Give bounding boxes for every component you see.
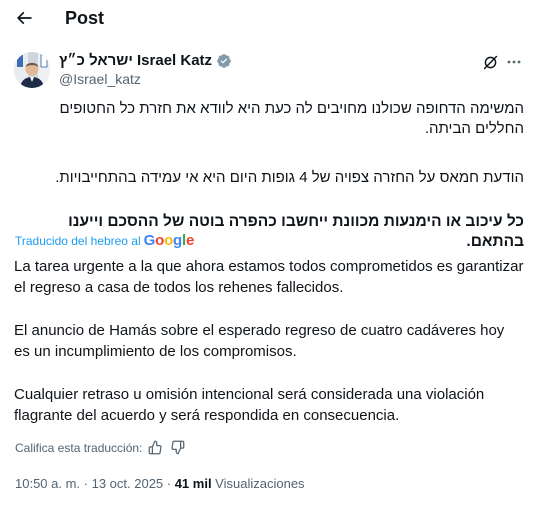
post-timestamp[interactable]: 10:50 a. m. · 13 oct. 2025 · <box>15 476 175 491</box>
translated-paragraph-1: La tarea urgente a la que ahora estamos … <box>14 258 524 296</box>
avatar-image <box>14 52 50 88</box>
page-title: Post <box>65 8 105 28</box>
post-meta: 10:50 a. m. · 13 oct. 2025 · 41 mil Visu… <box>15 475 305 493</box>
top-bar: Post <box>0 0 538 36</box>
back-button[interactable] <box>10 4 38 32</box>
rate-translation-label: Califica esta traducción: <box>15 441 143 455</box>
translation-attribution[interactable]: Traducido del hebreo al Google <box>15 233 194 249</box>
grok-button[interactable] <box>480 52 500 72</box>
more-options-button[interactable] <box>504 52 524 72</box>
translation-label: Traducido del hebreo al <box>15 234 141 248</box>
author-name-row: ישראל כ״ץ Israel Katz <box>59 51 232 71</box>
author-handle[interactable]: @Israel_katz <box>59 70 141 88</box>
original-paragraph-1: המשימה הדחופה שכולנו מחויבים לה כעת היא … <box>59 100 524 137</box>
more-icon <box>507 60 521 64</box>
google-logo: Google <box>143 232 195 249</box>
author-display-name[interactable]: ישראל כ״ץ Israel Katz <box>59 51 212 71</box>
translated-paragraph-3: Cualquier retraso u omisión intencional … <box>14 386 485 424</box>
thumbs-up-icon[interactable] <box>148 440 164 456</box>
views-count: 41 mil <box>174 476 212 491</box>
back-arrow-icon <box>16 11 32 25</box>
avatar[interactable] <box>14 52 50 88</box>
translated-paragraph-2: El anuncio de Hamás sobre el esperado re… <box>14 322 505 360</box>
rate-translation-row: Califica esta traducción: <box>15 440 186 456</box>
thumbs-down-icon[interactable] <box>170 440 186 456</box>
grok-icon <box>483 55 497 69</box>
verified-badge-icon <box>216 53 232 69</box>
views-label: Visualizaciones <box>211 476 305 491</box>
original-paragraph-2: הודעת חמאס על החזרה צפויה של 4 גופות היו… <box>55 169 524 186</box>
